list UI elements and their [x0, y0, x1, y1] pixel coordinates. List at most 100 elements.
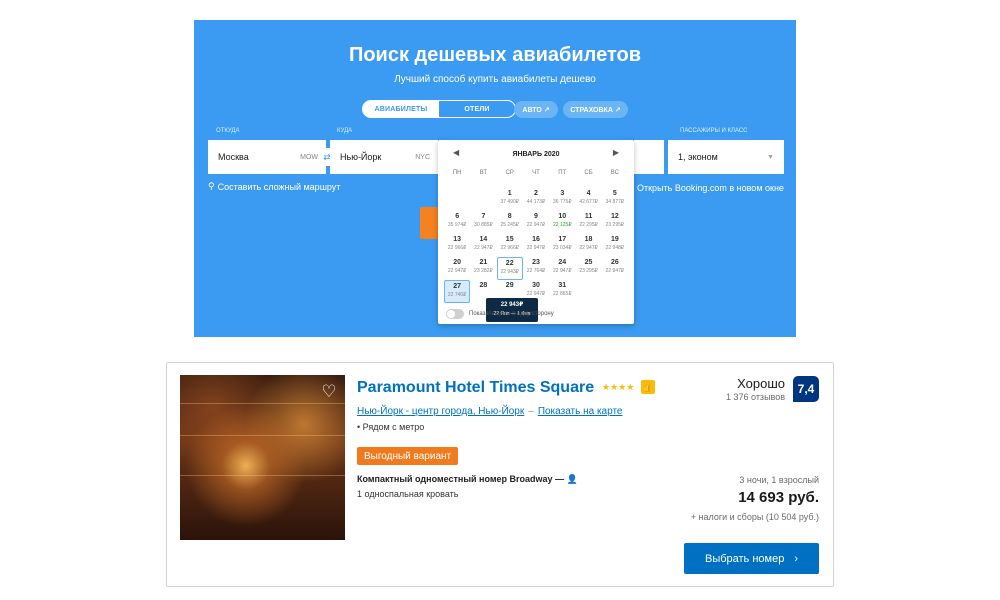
passengers-label: ПАССАЖИРЫ И КЛАСС — [680, 128, 748, 134]
complex-route-link[interactable]: ⚲ Составить сложный маршрут — [208, 181, 340, 192]
calendar-day[interactable]: 19 22 948₽ — [602, 234, 628, 257]
day-price: 22 947₽ — [526, 291, 546, 297]
route-icon: ⚲ — [208, 181, 215, 191]
tab-flights[interactable]: Авиабилеты — [363, 101, 439, 117]
calendar-day[interactable]: 21 23 282₽ — [470, 257, 496, 280]
calendar-day[interactable]: 16 22 947₽ — [523, 234, 549, 257]
day-number: 4 — [586, 190, 591, 197]
origin-value: Москва — [218, 152, 249, 162]
calendar-day[interactable]: 10 22 125₽ — [549, 211, 575, 234]
calendar-day[interactable]: 20 22 947₽ — [444, 257, 470, 280]
day-number: 21 — [479, 259, 488, 266]
destination-field[interactable]: Нью-Йорк NYC — [330, 140, 438, 174]
origin-field[interactable]: Москва MOW — [208, 140, 326, 174]
calendar-day[interactable]: 11 22 295₽ — [575, 211, 601, 234]
day-number: 17 — [558, 236, 567, 243]
to-label: КУДА — [337, 128, 353, 134]
calendar-day[interactable]: 18 22 947₽ — [575, 234, 601, 257]
return-date-field[interactable] — [634, 140, 664, 174]
day-price: 22 865₽ — [553, 291, 572, 297]
calendar-day[interactable]: 1 37 490₽ — [497, 188, 523, 211]
insurance-link[interactable]: СТРАХОВКА ↗ — [563, 101, 628, 118]
photo-detail — [180, 475, 345, 476]
next-month-icon[interactable]: ▶ — [613, 148, 619, 157]
select-room-button[interactable]: Выбрать номер › — [684, 543, 819, 574]
calendar-day[interactable]: 14 22 947₽ — [470, 234, 496, 257]
show-on-map-link[interactable]: Показать на карте — [538, 406, 623, 417]
day-number: 12 — [610, 213, 619, 220]
thumbs-up-icon: 👍 — [641, 380, 655, 394]
day-number: 5 — [612, 190, 617, 197]
day-price: 22 947₽ — [474, 245, 493, 251]
day-number: 15 — [505, 236, 514, 243]
calendar-day[interactable]: 26 22 947₽ — [602, 257, 628, 280]
calendar-empty-cell — [602, 280, 628, 303]
heart-icon[interactable]: ♡ — [319, 382, 339, 402]
destination-code: NYC — [415, 153, 430, 161]
booking-link[interactable]: Открыть Booking.com в новом окне — [637, 183, 784, 193]
tooltip-price: 22 943₽ — [500, 302, 524, 308]
one-way-toggle-label: Показать цены в одну сторону — [469, 311, 554, 317]
calendar-day[interactable]: 4 42 677₽ — [575, 188, 601, 211]
review-count[interactable]: 1 376 отзывов — [726, 392, 785, 402]
calendar-day[interactable]: 8 25 245₽ — [497, 211, 523, 234]
calendar-day[interactable]: 2 44 173₽ — [523, 188, 549, 211]
day-number: 9 — [534, 213, 538, 220]
day-price: 22 764₽ — [526, 268, 546, 274]
hotel-card: ♡ Paramount Hotel Times Square ★★★★ 👍 Нь… — [166, 362, 834, 587]
calendar-day[interactable]: 3 36 775₽ — [549, 188, 575, 211]
calendar-day[interactable]: 7 30 885₽ — [470, 211, 496, 234]
day-price: 22 948₽ — [605, 245, 625, 251]
day-price: 30 885₽ — [474, 222, 493, 228]
day-number: 6 — [455, 213, 460, 220]
calendar-day[interactable]: 12 23 295₽ — [602, 211, 628, 234]
day-number: 23 — [532, 259, 540, 266]
day-price: 22 947₽ — [526, 222, 546, 228]
origin-code: MOW — [300, 153, 318, 161]
calendar-day[interactable]: 31 22 865₽ — [549, 280, 575, 303]
tab-hotels[interactable]: Отели — [439, 101, 515, 117]
separator: – — [528, 406, 534, 417]
day-number: 30 — [532, 282, 540, 289]
calendar-day[interactable]: 9 22 947₽ — [523, 211, 549, 234]
calendar-day[interactable]: 5 34 877₽ — [602, 188, 628, 211]
day-number: 20 — [453, 259, 462, 266]
hotel-name-link[interactable]: Paramount Hotel Times Square — [357, 379, 594, 397]
calendar-day[interactable]: 22 22 943₽ — [496, 257, 523, 280]
day-price: 22 947₽ — [447, 268, 467, 274]
calendar-day[interactable]: 13 22 966₽ — [444, 234, 470, 257]
day-price: 22 943₽ — [500, 269, 519, 275]
stay-info: 3 ночи, 1 взрослый — [739, 475, 819, 485]
calendar-day[interactable]: 23 22 764₽ — [523, 257, 549, 280]
day-price: 23 034₽ — [553, 245, 572, 251]
day-number: 25 — [584, 259, 593, 266]
calendar-day[interactable]: 24 22 947₽ — [549, 257, 575, 280]
calendar-day[interactable]: 25 23 295₽ — [575, 257, 601, 280]
calendar-day[interactable]: 27 22 740₽ — [444, 280, 471, 303]
day-number: 31 — [558, 282, 567, 289]
hotel-photo[interactable]: ♡ — [180, 375, 345, 540]
one-way-toggle[interactable] — [446, 309, 464, 319]
metro-note: • Рядом с метро — [357, 422, 425, 432]
calendar-day[interactable]: 17 23 034₽ — [549, 234, 575, 257]
day-price: 22 295₽ — [579, 222, 598, 228]
bed-info: 1 односпальная кровать — [357, 489, 459, 499]
destination-value: Нью-Йорк — [340, 152, 382, 162]
from-label: ОТКУДА — [216, 128, 240, 134]
one-way-toggle-row: Показать цены в одну сторону — [446, 309, 554, 319]
complex-route-label: Составить сложный маршрут — [217, 181, 341, 192]
day-price: 22 947₽ — [526, 245, 546, 251]
day-number: 1 — [507, 190, 512, 197]
day-number: 8 — [507, 213, 512, 220]
chevron-down-icon: ▼ — [767, 153, 774, 161]
weekday-label: ЧТ — [532, 170, 540, 176]
calendar-empty-cell — [470, 188, 496, 211]
day-price: 23 295₽ — [579, 268, 598, 274]
calendar-month: ЯНВАРЬ 2020 — [512, 150, 560, 158]
passengers-select[interactable]: 1, эконом ▼ — [668, 140, 784, 174]
calendar-day[interactable]: 15 22 966₽ — [497, 234, 523, 257]
calendar-popup: ◀ ЯНВАРЬ 2020 ▶ ПН ВТ СР ЧТ ПТ СБ ВС 1 37 490₽ 2… — [438, 140, 634, 324]
location-link[interactable]: Нью-Йорк - центр города, Нью-Йорк — [357, 406, 524, 417]
car-rental-link[interactable]: АВТО ↗ — [514, 101, 558, 118]
calendar-day[interactable]: 6 35 974₽ — [444, 211, 470, 234]
